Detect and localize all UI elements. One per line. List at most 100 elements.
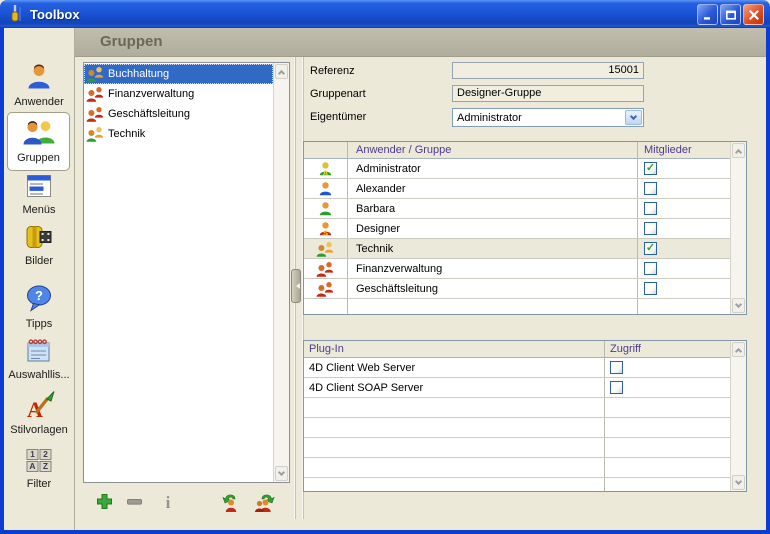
svg-text:A: A (323, 168, 329, 177)
maximize-icon (725, 9, 737, 21)
user-arrow-right-icon (252, 491, 276, 516)
toolbox-app-icon (7, 4, 25, 24)
notepad-icon (23, 337, 55, 367)
group-list-item[interactable]: Buchhaltung (84, 64, 273, 84)
sidebar-item-bilder[interactable]: Bilder (4, 223, 74, 267)
group-red-icon (304, 259, 348, 278)
member-name: Finanzverwaltung (348, 259, 638, 278)
zugriff-cell: ✓ (605, 358, 730, 377)
zugriff-cell: ✓ (605, 378, 730, 397)
mitglieder-cell: ✓ (638, 239, 730, 258)
referenz-value: 15001 (608, 64, 639, 76)
add-group-button[interactable] (91, 491, 117, 515)
mitglieder-checkbox[interactable]: ✓ (644, 222, 657, 235)
mitglieder-cell: ✓ (638, 259, 730, 278)
group-list-item[interactable]: Technik (84, 124, 273, 144)
mitglieder-checkbox[interactable]: ✓ (644, 162, 657, 175)
zugriff-checkbox[interactable]: ✓ (610, 361, 623, 374)
sidebar-item-label: Anwender (4, 96, 74, 108)
group-green-orange-icon (304, 239, 348, 258)
page-header: Gruppen (75, 28, 766, 57)
info-icon: i (166, 493, 171, 513)
sidebar-item-tipps[interactable]: ? Tipps (4, 284, 74, 330)
referenz-field[interactable]: 15001 (452, 62, 644, 79)
mitglieder-checkbox[interactable]: ✓ (644, 242, 657, 255)
sidebar-item-label: Tipps (4, 318, 74, 330)
sidebar-item-label: Auswahllis... (4, 369, 74, 381)
member-name: Geschäftsleitung (348, 279, 638, 298)
scroll-up-button[interactable] (732, 342, 745, 357)
chevron-up-icon (278, 69, 285, 76)
mitglieder-cell: ✓ (638, 219, 730, 238)
maximize-button[interactable] (720, 4, 741, 25)
group-list-item[interactable]: Geschäftsleitung (84, 104, 273, 124)
eigentuemer-label: Eigentümer (310, 109, 445, 126)
group-name: Geschäftsleitung (108, 108, 190, 120)
scroll-down-button[interactable] (275, 466, 288, 481)
group-list-scrollbar[interactable] (273, 63, 289, 482)
sidebar-item-filter[interactable]: 12AZFilter (4, 447, 74, 490)
gruppenart-field[interactable]: Designer-Gruppe (452, 85, 644, 102)
plus-icon (95, 492, 114, 514)
minimize-button[interactable] (697, 4, 718, 25)
mitglieder-checkbox[interactable]: ✓ (644, 202, 657, 215)
scroll-down-button[interactable] (732, 475, 745, 490)
remove-group-button[interactable] (121, 491, 147, 515)
user-green-icon (304, 199, 348, 218)
anwender-gruppe-column-header: Anwender / Gruppe (348, 142, 638, 158)
style-icon: A (23, 390, 55, 420)
sidebar-item-gruppen[interactable]: Gruppen (7, 112, 70, 171)
icon-column-header (304, 142, 348, 158)
zugriff-checkbox[interactable]: ✓ (610, 381, 623, 394)
member-row: Geschäftsleitung ✓ (304, 279, 730, 299)
scroll-down-button[interactable] (732, 298, 745, 313)
group-name: Buchhaltung (108, 68, 169, 80)
scroll-up-button[interactable] (275, 64, 288, 79)
group-red-icon (86, 86, 105, 102)
help-bubble-icon: ? (24, 284, 54, 314)
sidebar: Anwender Gruppen Menüs Bilder? Tipps Auswahll… (4, 28, 75, 530)
scroll-up-button[interactable] (732, 143, 745, 158)
plugin-row-empty (304, 458, 730, 478)
sidebar-item-anwender[interactable]: Anwender (4, 62, 74, 108)
window-border-bottom (0, 530, 770, 534)
member-row: Finanzverwaltung ✓ (304, 259, 730, 279)
svg-text:1: 1 (30, 449, 35, 459)
sidebar-item-label: Filter (4, 478, 74, 490)
member-row-empty (304, 299, 730, 314)
members-table-header: Anwender / Gruppe Mitglieder (304, 142, 730, 159)
close-button[interactable] (743, 4, 764, 25)
splitter-grip[interactable] (291, 269, 301, 303)
toolbox-window: Toolbox Anwender Gruppen Menüs Bilder? Tipps… (0, 0, 770, 534)
eigentuemer-select[interactable]: Administrator (452, 108, 644, 127)
user-red-s-icon: S (304, 219, 348, 238)
member-row: Technik✓ (304, 239, 730, 259)
combo-dropdown-button[interactable] (625, 110, 642, 125)
titlebar[interactable]: Toolbox (0, 0, 770, 28)
chevron-down-icon (735, 301, 742, 308)
plugin-column-header: Plug-In (304, 341, 605, 357)
mitglieder-checkbox[interactable]: ✓ (644, 262, 657, 275)
zugriff-column-header: Zugriff (605, 341, 730, 357)
group-list-item[interactable]: Finanzverwaltung (84, 84, 273, 104)
group-list[interactable]: Buchhaltung Finanzverwaltung Geschäftsleit… (83, 62, 290, 483)
plugin-row-empty (304, 418, 730, 438)
film-icon (23, 223, 55, 253)
svg-text:?: ? (35, 288, 43, 303)
group-name: Finanzverwaltung (108, 88, 194, 100)
plugin-table-scrollbar[interactable] (730, 341, 746, 491)
members-table-scrollbar[interactable] (730, 142, 746, 314)
mitglieder-checkbox[interactable]: ✓ (644, 182, 657, 195)
sidebar-item-menus[interactable]: Menüs (4, 173, 74, 216)
user-icon (24, 62, 54, 92)
group-info-button[interactable]: i (155, 491, 181, 515)
sidebar-item-label: Bilder (4, 255, 74, 267)
list-toolbar: i (83, 490, 295, 516)
sidebar-item-auswahllisten[interactable]: Auswahllis... (4, 337, 74, 381)
move-user-out-button[interactable] (221, 491, 247, 515)
move-user-in-button[interactable] (251, 491, 277, 515)
chevron-down-icon (735, 478, 742, 485)
mitglieder-checkbox[interactable]: ✓ (644, 282, 657, 295)
sidebar-item-stilvorlagen[interactable]: AStilvorlagen (4, 390, 74, 436)
sidebar-item-label: Menüs (4, 204, 74, 216)
